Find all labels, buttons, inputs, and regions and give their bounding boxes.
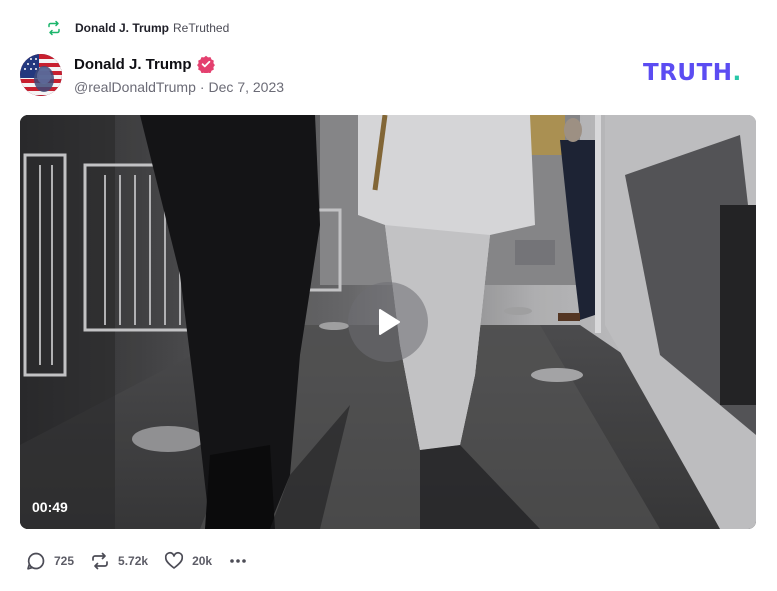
like-count: 20k [192,554,213,568]
author-name-row: Donald J. Trump [74,54,215,74]
reply-button[interactable]: 725 [26,551,74,571]
video-player[interactable]: 00:49 [20,115,756,529]
avatar-image [20,54,62,96]
post-date[interactable]: Dec 7, 2023 [209,79,285,95]
reply-count: 725 [54,554,75,568]
more-icon[interactable] [228,551,248,571]
retruth-count: 5.72k [118,554,149,568]
author-meta: @realDonaldTrump · Dec 7, 2023 [74,78,284,96]
verified-badge-icon [196,55,215,73]
video-duration: 00:49 [32,499,68,515]
like-button[interactable]: 20k [164,551,212,571]
retruth-label: ReTruthed [173,21,230,35]
brand-text: TRUTH [643,60,733,86]
play-icon [379,309,400,335]
truth-logo[interactable]: TRUTH. [643,60,742,86]
post-actions: 725 5.72k 20k [26,550,248,572]
retruth-header: Donald J. Trump ReTruthed [46,18,229,38]
brand-dot: . [732,60,742,86]
play-button[interactable] [348,282,428,362]
meta-separator: · [199,79,205,95]
retruth-icon [48,20,60,36]
author-name[interactable]: Donald J. Trump [74,56,192,73]
retruth-icon [92,552,108,570]
author-handle[interactable]: @realDonaldTrump [74,79,196,95]
reply-icon [27,552,45,570]
heart-icon [164,551,184,569]
retruth-author-name[interactable]: Donald J. Trump [75,21,169,35]
retruth-button[interactable]: 5.72k [90,551,148,571]
avatar[interactable] [20,54,62,96]
